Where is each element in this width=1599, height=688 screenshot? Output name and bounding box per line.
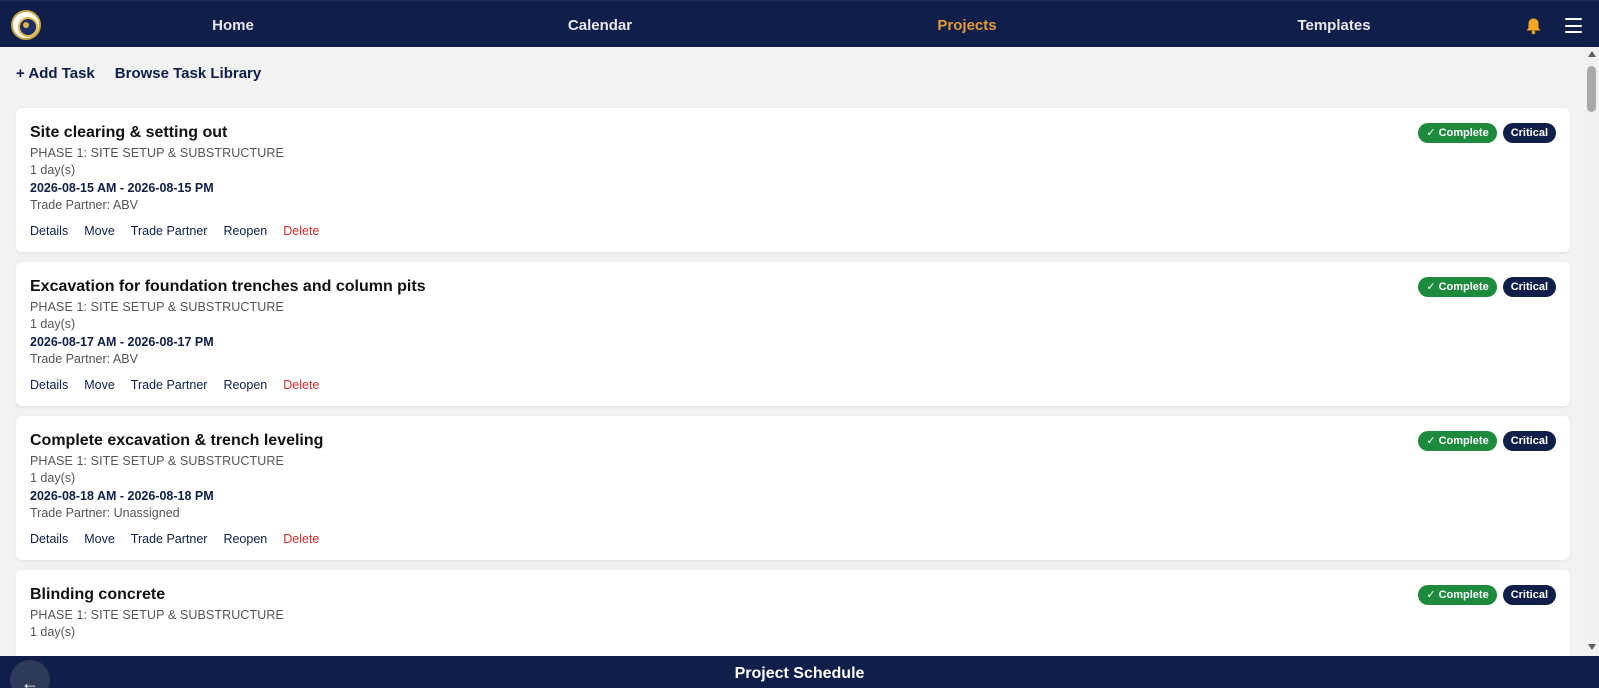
nav-calendar[interactable]: Calendar [568,1,632,48]
task-title: Complete excavation & trench leveling [30,432,324,449]
details-button[interactable]: Details [30,224,68,238]
task-duration: 1 day(s) [30,163,76,177]
delete-button[interactable]: Delete [283,378,319,392]
page-title: Project Schedule [734,665,865,682]
task-card: Blinding concrete PHASE 1: SITE SETUP & … [16,570,1570,656]
bell-icon[interactable] [1525,17,1542,35]
task-badges: ✓ Complete Critical [1418,123,1556,143]
task-phase: PHASE 1: SITE SETUP & SUBSTRUCTURE [30,608,284,622]
task-phase: PHASE 1: SITE SETUP & SUBSTRUCTURE [30,454,284,468]
task-trade-partner: Trade Partner: ABV [30,198,138,212]
task-phase: PHASE 1: SITE SETUP & SUBSTRUCTURE [30,146,284,160]
task-actions: Details Move Trade Partner Reopen Delete [30,378,319,392]
priority-badge: Critical [1502,585,1556,605]
task-card: Excavation for foundation trenches and c… [16,262,1570,406]
status-badge: ✓ Complete [1418,585,1497,605]
back-button[interactable]: ← [10,660,50,688]
trade-partner-button[interactable]: Trade Partner [131,532,208,546]
details-button[interactable]: Details [30,532,68,546]
bottom-bar: ← Project Schedule [0,656,1599,688]
top-navbar: Home Calendar Projects Templates [0,0,1599,47]
priority-badge: Critical [1502,431,1556,451]
task-card: Site clearing & setting out PHASE 1: SIT… [16,108,1570,252]
task-title: Excavation for foundation trenches and c… [30,278,426,295]
reopen-button[interactable]: Reopen [223,378,267,392]
move-button[interactable]: Move [84,378,115,392]
task-title: Site clearing & setting out [30,124,228,141]
hamburger-menu-icon[interactable] [1565,18,1582,33]
task-trade-partner: Trade Partner: Unassigned [30,506,180,520]
task-actions: Details Move Trade Partner Reopen Delete [30,532,319,546]
arrow-left-icon: ← [21,673,39,688]
task-card: Complete excavation & trench leveling PH… [16,416,1570,560]
delete-button[interactable]: Delete [283,224,319,238]
task-dates: 2026-08-17 AM - 2026-08-17 PM [30,335,214,349]
status-badge: ✓ Complete [1418,123,1497,143]
browse-task-library-button[interactable]: Browse Task Library [115,65,261,85]
task-duration: 1 day(s) [30,471,76,485]
task-title: Blinding concrete [30,586,166,603]
priority-badge: Critical [1502,123,1556,143]
add-task-button[interactable]: + Add Task [16,65,95,85]
status-badge: ✓ Complete [1418,277,1497,297]
content-area: + Add Task Browse Task Library Site clea… [0,47,1584,656]
task-badges: ✓ Complete Critical [1418,431,1556,451]
details-button[interactable]: Details [30,378,68,392]
task-badges: ✓ Complete Critical [1418,277,1556,297]
task-trade-partner: Trade Partner: ABV [30,352,138,366]
trade-partner-button[interactable]: Trade Partner [131,224,208,238]
delete-button[interactable]: Delete [283,532,319,546]
scroll-up-arrow-icon[interactable] [1588,51,1596,57]
logo[interactable] [11,10,41,40]
move-button[interactable]: Move [84,224,115,238]
nav-projects[interactable]: Projects [937,1,996,48]
move-button[interactable]: Move [84,532,115,546]
task-duration: 1 day(s) [30,625,76,639]
scroll-down-arrow-icon[interactable] [1588,644,1596,650]
priority-badge: Critical [1502,277,1556,297]
vertical-scrollbar[interactable] [1584,47,1599,656]
task-actions: Details Move Trade Partner Reopen Delete [30,224,319,238]
status-badge: ✓ Complete [1418,431,1497,451]
trade-partner-button[interactable]: Trade Partner [131,378,208,392]
task-toolbar: + Add Task Browse Task Library [16,65,261,85]
nav-templates[interactable]: Templates [1297,1,1370,48]
task-badges: ✓ Complete Critical [1418,585,1556,605]
nav-home[interactable]: Home [212,1,254,48]
reopen-button[interactable]: Reopen [223,224,267,238]
task-duration: 1 day(s) [30,317,76,331]
task-dates: 2026-08-15 AM - 2026-08-15 PM [30,181,214,195]
task-phase: PHASE 1: SITE SETUP & SUBSTRUCTURE [30,300,284,314]
scrollbar-thumb[interactable] [1587,66,1596,112]
reopen-button[interactable]: Reopen [223,532,267,546]
task-dates: 2026-08-18 AM - 2026-08-18 PM [30,489,214,503]
